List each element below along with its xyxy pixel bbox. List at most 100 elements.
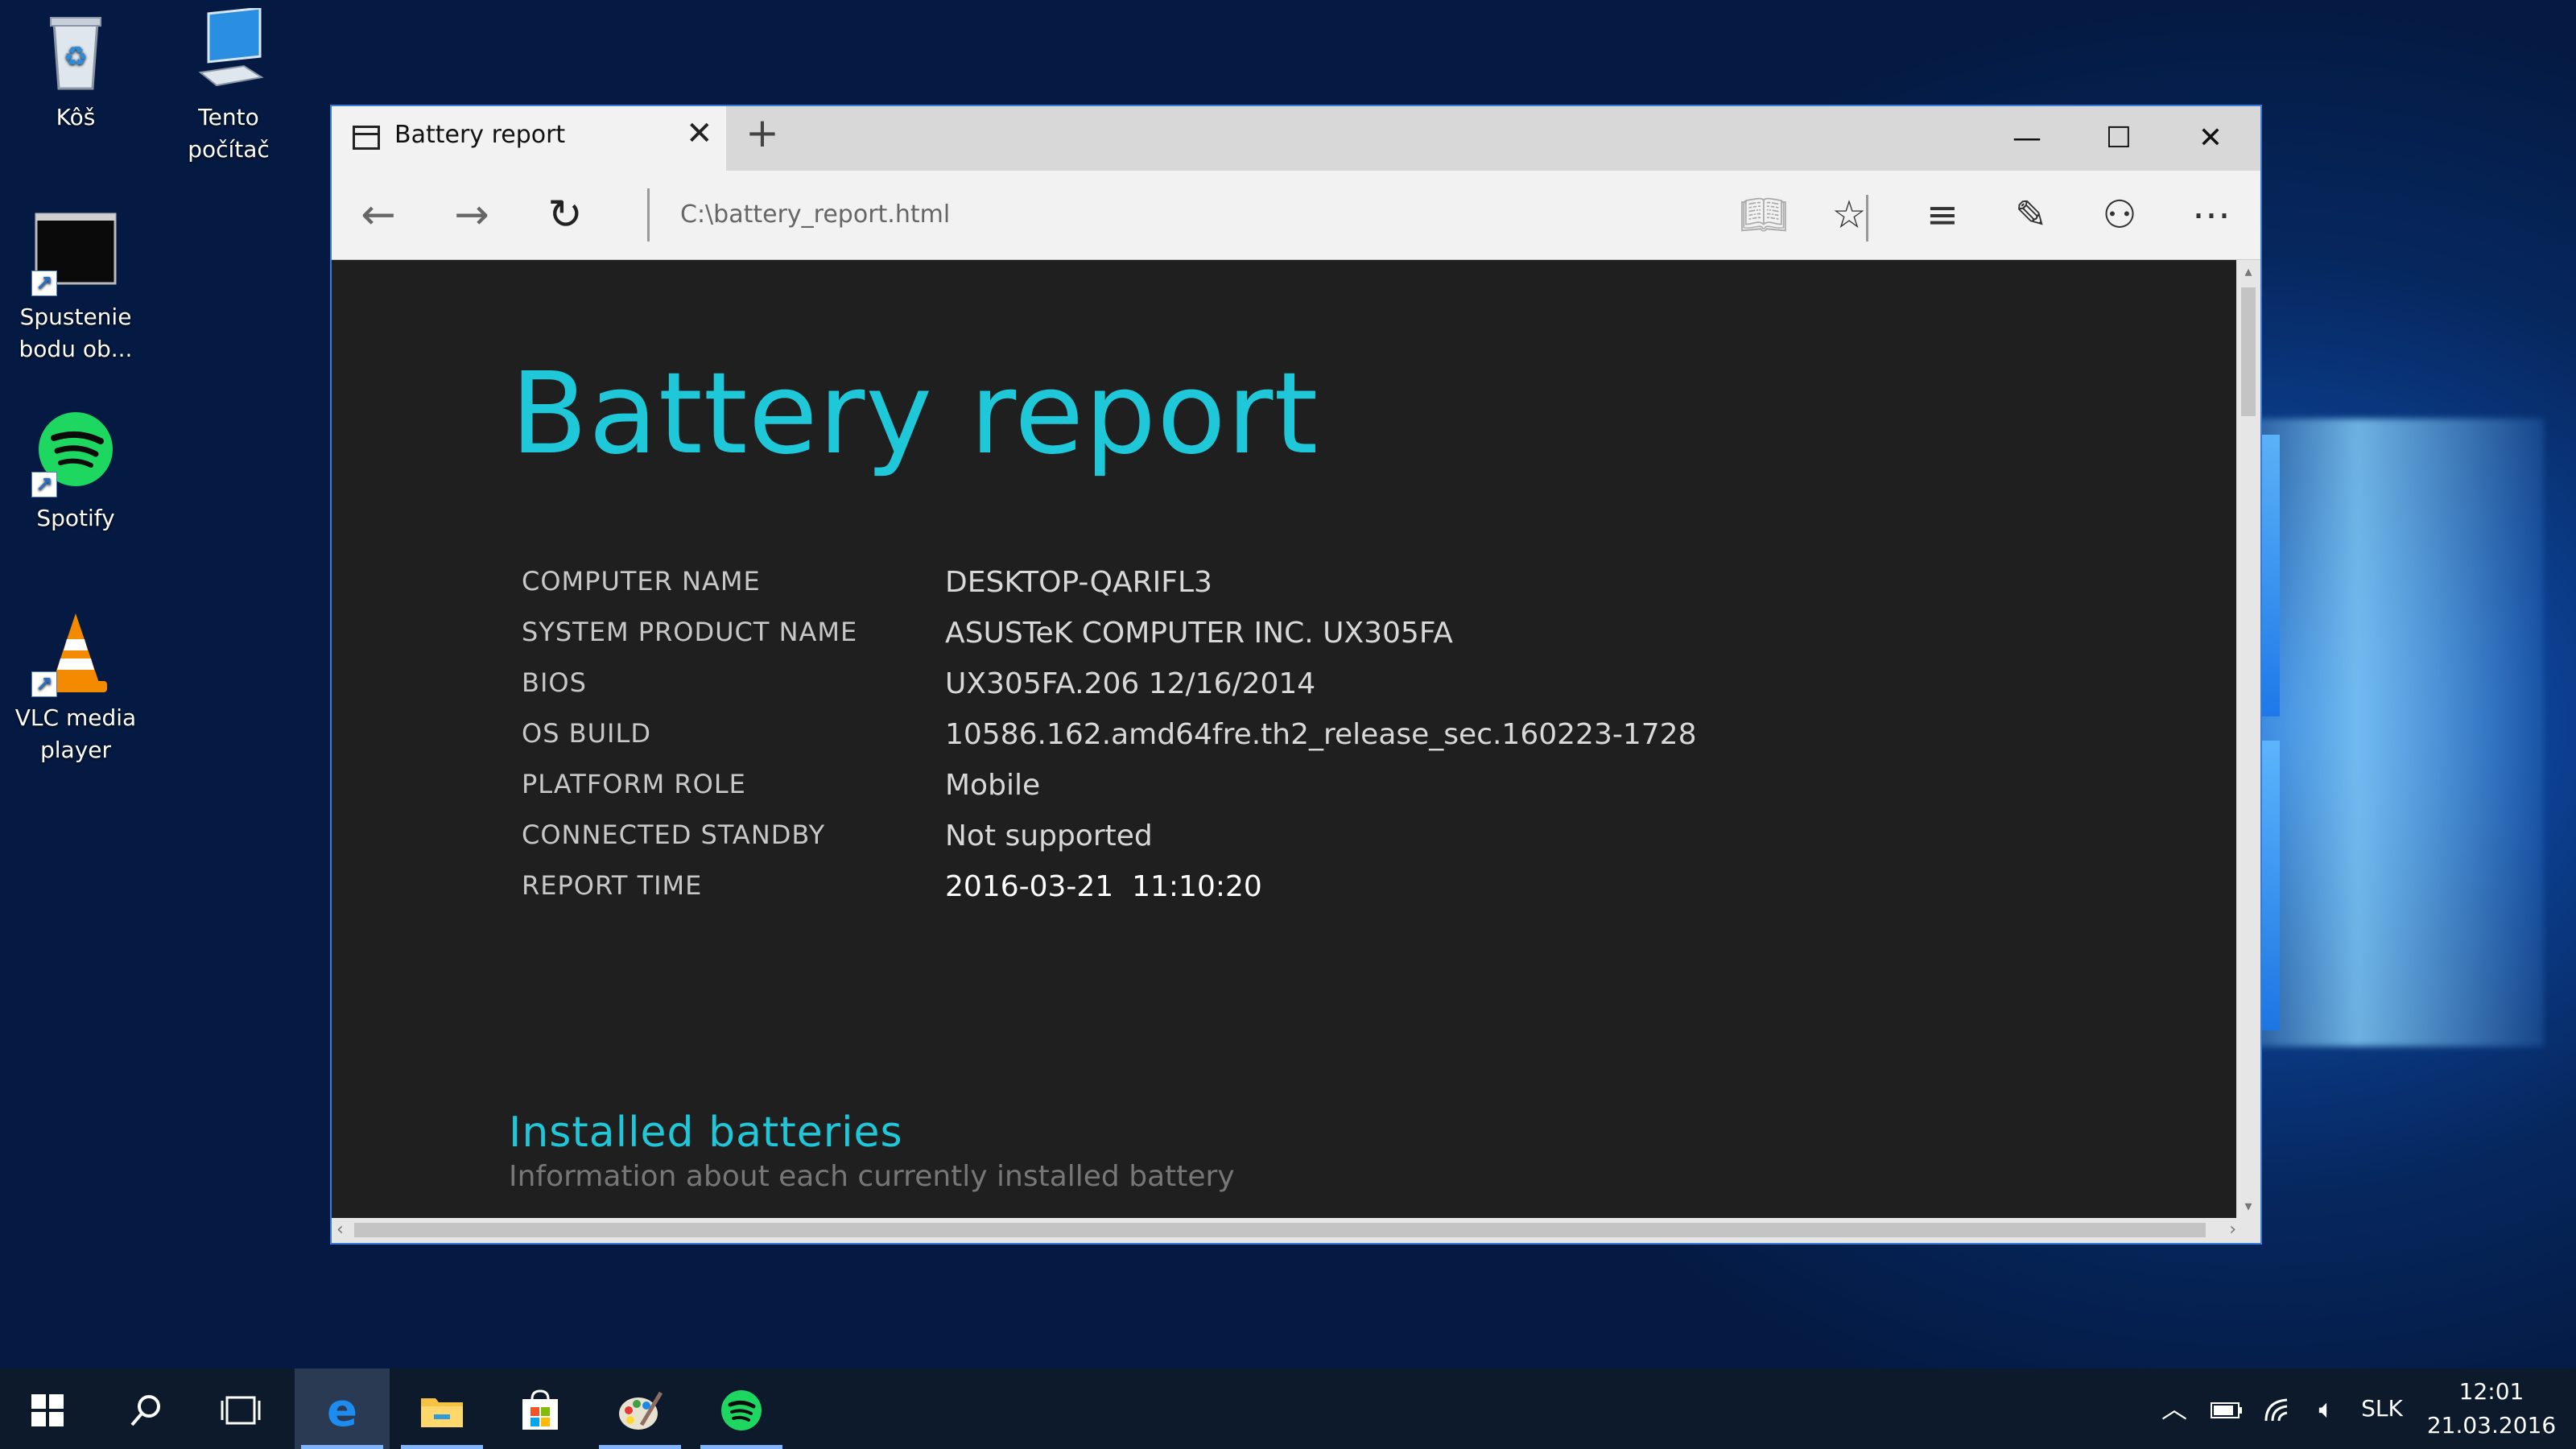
desktop-icon-label: Spustenie bodu ob... bbox=[19, 303, 133, 362]
taskbar-paint[interactable] bbox=[592, 1368, 687, 1449]
info-row: CONNECTED STANDBY Not supported bbox=[522, 819, 1971, 870]
desktop-icon-this-pc[interactable]: Tento počítač bbox=[156, 6, 301, 166]
taskbar-clock[interactable]: 12:01 21.03.2016 bbox=[2415, 1375, 2568, 1443]
desktop-icon-label: Spotify bbox=[36, 505, 115, 531]
taskbar-store[interactable] bbox=[493, 1368, 588, 1449]
info-label: SYSTEM PRODUCT NAME bbox=[522, 617, 858, 647]
desktop-icon-label: VLC media player bbox=[14, 704, 137, 763]
scroll-up-icon[interactable]: ▴ bbox=[2240, 263, 2257, 280]
desktop-icon-spotify[interactable]: Spotify bbox=[3, 409, 148, 535]
info-value: Not supported bbox=[945, 819, 1153, 852]
info-row: OS BUILD 10586.162.amd64fre.th2_release_… bbox=[522, 718, 1971, 769]
info-value: 2016-03-21 11:10:20 bbox=[945, 870, 1262, 903]
search-icon[interactable] bbox=[98, 1368, 193, 1449]
edge-browser-window: Battery report ✕ + — ☐ ✕ ← → ↻ C:\batter… bbox=[332, 106, 2260, 1243]
running-indicator bbox=[401, 1445, 483, 1449]
tab-title: Battery report bbox=[394, 121, 566, 149]
scroll-right-icon[interactable]: › bbox=[2229, 1220, 2236, 1240]
section-subtitle: Information about each currently install… bbox=[509, 1160, 1235, 1193]
info-label: CONNECTED STANDBY bbox=[522, 819, 826, 850]
info-value: ASUSTeK COMPUTER INC. UX305FA bbox=[945, 617, 1453, 650]
windows-start-icon bbox=[31, 1394, 64, 1426]
info-value: 10586.162.amd64fre.th2_release_sec.16022… bbox=[945, 718, 1697, 751]
reading-view-icon[interactable]: 📖︎ bbox=[1736, 188, 1792, 242]
back-button[interactable]: ← bbox=[346, 187, 411, 243]
info-value: Mobile bbox=[945, 769, 1041, 802]
info-row: PLATFORM ROLE Mobile bbox=[522, 769, 1971, 819]
minimize-button[interactable]: — bbox=[1982, 106, 2072, 171]
info-row: SYSTEM PRODUCT NAME ASUSTeK COMPUTER INC… bbox=[522, 617, 1971, 667]
info-row: REPORT TIME 2016-03-21 11:10:20 bbox=[522, 870, 1971, 921]
info-value: UX305FA.206 12/16/2014 bbox=[945, 667, 1316, 700]
info-row: COMPUTER NAME DESKTOP-QARIFL3 bbox=[522, 566, 1971, 617]
input-language[interactable]: SLK bbox=[2354, 1368, 2410, 1449]
show-hidden-icons-chevron[interactable]: ︿ bbox=[2154, 1368, 2194, 1449]
desktop-icon-restore-point[interactable]: Spustenie bodu ob... bbox=[3, 208, 148, 365]
desktop-icon-vlc[interactable]: VLC media player bbox=[3, 609, 148, 766]
close-tab-icon[interactable]: ✕ bbox=[686, 118, 713, 150]
battery-icon[interactable] bbox=[2202, 1368, 2251, 1449]
tab-battery-report[interactable]: Battery report ✕ bbox=[332, 106, 726, 171]
info-label: OS BUILD bbox=[522, 718, 651, 749]
close-window-button[interactable]: ✕ bbox=[2165, 106, 2256, 171]
clock-time: 12:01 bbox=[2458, 1378, 2524, 1405]
windows-logo-pane bbox=[2262, 435, 2280, 716]
forward-button[interactable]: → bbox=[440, 187, 504, 243]
address-bar[interactable]: C:\battery_report.html bbox=[647, 188, 1646, 242]
running-indicator bbox=[599, 1445, 681, 1449]
paint-icon bbox=[619, 1391, 663, 1430]
favorite-star-icon[interactable]: ☆ bbox=[1821, 188, 1877, 242]
shortcut-arrow-icon bbox=[31, 469, 57, 502]
taskbar: e ︿ 🔈︎ SLK 12:01 21.03.2016 bbox=[0, 1368, 2576, 1449]
refresh-button[interactable]: ↻ bbox=[533, 187, 597, 243]
clock-date: 21.03.2016 bbox=[2426, 1412, 2557, 1439]
vlc-icon bbox=[31, 609, 120, 701]
scrollbar-thumb[interactable] bbox=[354, 1223, 2206, 1237]
horizontal-scrollbar[interactable]: ‹ › bbox=[332, 1218, 2260, 1243]
system-info-table: COMPUTER NAME DESKTOP-QARIFL3 SYSTEM PRO… bbox=[522, 566, 1971, 921]
section-title: Installed batteries bbox=[509, 1108, 903, 1157]
spotify-icon bbox=[31, 409, 120, 502]
navigation-bar: ← → ↻ C:\battery_report.html 📖︎ ☆ ≡ ✎ ⚇ … bbox=[332, 171, 2260, 260]
vertical-scrollbar[interactable]: ▴ ▾ bbox=[2236, 260, 2260, 1218]
spotify-icon bbox=[721, 1390, 762, 1430]
start-button[interactable] bbox=[0, 1368, 95, 1449]
recycle-bin-icon: ♻ bbox=[31, 8, 120, 97]
share-icon[interactable]: ⚇ bbox=[2091, 188, 2148, 242]
page-content: Battery report COMPUTER NAME DESKTOP-QAR… bbox=[332, 260, 2236, 1218]
this-pc-icon bbox=[184, 6, 273, 97]
report-title: Battery report bbox=[510, 349, 1319, 480]
running-indicator bbox=[700, 1445, 782, 1449]
scrollbar-thumb[interactable] bbox=[2241, 287, 2256, 416]
store-icon bbox=[522, 1389, 558, 1430]
folder-icon bbox=[421, 1398, 463, 1427]
info-label: PLATFORM ROLE bbox=[522, 769, 746, 799]
wifi-icon[interactable] bbox=[2259, 1368, 2299, 1449]
desktop-icon-recycle-bin[interactable]: ♻ Kôš bbox=[3, 8, 148, 134]
taskbar-file-explorer[interactable] bbox=[394, 1368, 489, 1449]
web-note-icon[interactable]: ✎ bbox=[2003, 188, 2059, 242]
tab-bar: Battery report ✕ + — ☐ ✕ bbox=[332, 106, 2260, 171]
shortcut-arrow-icon bbox=[31, 669, 57, 701]
info-row: BIOS UX305FA.206 12/16/2014 bbox=[522, 667, 1971, 718]
taskbar-spotify[interactable] bbox=[694, 1368, 789, 1449]
page-icon bbox=[353, 126, 380, 150]
hub-icon[interactable]: ≡ bbox=[1914, 188, 1971, 242]
volume-icon[interactable]: 🔈︎ bbox=[2304, 1368, 2349, 1449]
more-actions-icon[interactable]: ⋯ bbox=[2183, 188, 2240, 242]
taskbar-edge[interactable]: e bbox=[295, 1368, 390, 1449]
task-view-icon[interactable] bbox=[193, 1368, 288, 1449]
scroll-left-icon[interactable]: ‹ bbox=[336, 1220, 344, 1240]
info-label: COMPUTER NAME bbox=[522, 566, 761, 597]
scroll-down-icon[interactable]: ▾ bbox=[2240, 1198, 2257, 1215]
windows-logo-pane bbox=[2262, 741, 2280, 1030]
info-value: DESKTOP-QARIFL3 bbox=[945, 566, 1212, 599]
svg-text:♻: ♻ bbox=[64, 41, 88, 73]
edge-icon: e bbox=[327, 1385, 357, 1437]
restore-point-icon bbox=[31, 208, 120, 300]
desktop-icon-label: Tento počítač bbox=[188, 104, 270, 163]
active-indicator bbox=[301, 1445, 383, 1449]
maximize-button[interactable]: ☐ bbox=[2074, 106, 2164, 171]
new-tab-button[interactable]: + bbox=[745, 113, 779, 153]
info-label: BIOS bbox=[522, 667, 587, 698]
